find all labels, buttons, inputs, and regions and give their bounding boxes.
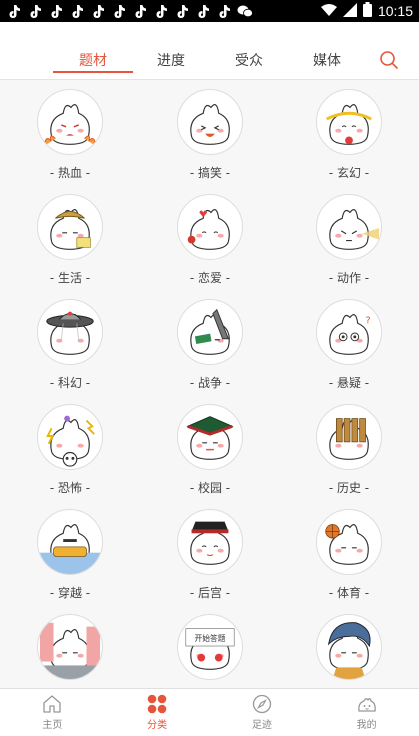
category-item[interactable]: - 战争 - xyxy=(140,290,280,395)
tab-label: 进度 xyxy=(157,53,185,69)
category-label: - 生活 - xyxy=(49,271,91,285)
hot-blood-bun-icon xyxy=(37,89,103,155)
anime-bun-icon xyxy=(316,614,382,680)
category-label: - 搞笑 - xyxy=(189,166,231,180)
svg-text:开始答题: 开始答题 xyxy=(194,633,225,643)
status-right: 10:15 xyxy=(320,1,413,21)
city-bun-icon xyxy=(37,614,103,680)
category-item[interactable]: - 恋爱 - xyxy=(140,185,280,290)
category-item[interactable]: - 科幻 - xyxy=(0,290,140,395)
nav-profile[interactable]: 我的 xyxy=(314,689,419,736)
profile-bun-icon xyxy=(357,698,376,712)
category-item[interactable]: 开始答题 xyxy=(140,605,280,688)
tiktok-icon xyxy=(90,3,106,19)
search-button[interactable] xyxy=(377,48,401,72)
category-item[interactable]: - 动作 - xyxy=(279,185,419,290)
category-grid: - 热血 - - 搞笑 - - 玄幻 - - 生活 - - 恋爱 - - 动作 … xyxy=(0,80,419,688)
tiktok-icon xyxy=(111,3,127,19)
battery-icon xyxy=(362,1,372,21)
category-label: - 历史 - xyxy=(328,481,370,495)
active-tab-indicator xyxy=(53,71,133,73)
notification-icons xyxy=(6,3,253,19)
clock: 10:15 xyxy=(377,3,413,19)
tiktok-icon xyxy=(174,3,190,19)
tab-audience[interactable]: 受众 xyxy=(209,40,289,80)
category-item[interactable]: - 玄幻 - xyxy=(279,80,419,185)
category-item[interactable]: - 体育 - xyxy=(279,500,419,605)
category-label: - 战争 - xyxy=(189,376,231,390)
tab-label: 媒体 xyxy=(313,53,341,69)
svg-text:?: ? xyxy=(365,315,370,326)
category-label: - 恐怖 - xyxy=(49,481,91,495)
tiktok-icon xyxy=(132,3,148,19)
nav-label: 主页 xyxy=(42,720,63,731)
compass-icon xyxy=(252,694,272,714)
category-item[interactable]: - 历史 - xyxy=(279,395,419,500)
tiktok-icon xyxy=(216,3,232,19)
category-label: - 校园 - xyxy=(189,481,231,495)
tab-subject[interactable]: 题材 xyxy=(53,40,133,80)
category-label: - 悬疑 - xyxy=(328,376,370,390)
tiktok-icon xyxy=(153,3,169,19)
status-bar: 10:15 xyxy=(0,0,419,22)
horror-bun-icon xyxy=(37,404,103,470)
tiktok-icon xyxy=(195,3,211,19)
category-item[interactable]: - 热血 - xyxy=(0,80,140,185)
romance-bun-icon xyxy=(177,194,243,260)
category-label: - 玄幻 - xyxy=(328,166,370,180)
tab-progress[interactable]: 进度 xyxy=(131,40,211,80)
category-item[interactable]: - 穿越 - xyxy=(0,500,140,605)
tiktok-icon xyxy=(6,3,22,19)
war-bun-icon xyxy=(177,299,243,365)
category-item[interactable]: - 后宫 - xyxy=(140,500,280,605)
sign-bun-icon: 开始答题 xyxy=(177,614,243,680)
category-label: - 恋爱 - xyxy=(189,271,231,285)
category-label: - 体育 - xyxy=(328,586,370,600)
funny-bun-icon xyxy=(177,89,243,155)
fantasy-bun-icon xyxy=(316,89,382,155)
home-icon xyxy=(43,695,62,713)
nav-home[interactable]: 主页 xyxy=(0,689,105,736)
category-item[interactable]: - 恐怖 - xyxy=(0,395,140,500)
category-item[interactable] xyxy=(0,605,140,688)
time-travel-bun-icon xyxy=(37,509,103,575)
campus-bun-icon xyxy=(177,404,243,470)
life-bun-icon xyxy=(37,194,103,260)
category-item[interactable]: - 搞笑 - xyxy=(140,80,280,185)
top-band xyxy=(0,22,419,40)
nav-category[interactable]: 分类 xyxy=(105,689,210,736)
category-label: - 动作 - xyxy=(328,271,370,285)
wifi-icon xyxy=(320,2,337,21)
category-label: - 科幻 - xyxy=(49,376,91,390)
category-item[interactable]: ? - 悬疑 - xyxy=(279,290,419,395)
mystery-bun-icon: ? xyxy=(316,299,382,365)
search-icon xyxy=(380,51,398,69)
nav-footprint[interactable]: 足迹 xyxy=(210,689,315,736)
tiktok-icon xyxy=(48,3,64,19)
tiktok-icon xyxy=(27,3,43,19)
scifi-bun-icon xyxy=(37,299,103,365)
category-tab-bar: 题材 进度 受众 媒体 xyxy=(0,40,419,80)
category-label: - 穿越 - xyxy=(49,586,91,600)
category-icon xyxy=(147,694,167,714)
nav-label: 分类 xyxy=(147,720,168,731)
category-item[interactable]: - 生活 - xyxy=(0,185,140,290)
harem-bun-icon xyxy=(177,509,243,575)
category-item[interactable] xyxy=(279,605,419,688)
category-label: - 热血 - xyxy=(49,166,91,180)
nav-label: 我的 xyxy=(356,720,377,731)
signal-icon xyxy=(342,2,357,21)
history-bun-icon xyxy=(316,404,382,470)
category-item[interactable]: - 校园 - xyxy=(140,395,280,500)
action-bun-icon xyxy=(316,194,382,260)
category-label: - 后宫 - xyxy=(189,586,231,600)
tab-label: 题材 xyxy=(79,53,107,69)
bottom-nav: 主页 分类 足迹 我的 xyxy=(0,688,419,736)
tab-media[interactable]: 媒体 xyxy=(287,40,367,80)
tiktok-icon xyxy=(69,3,85,19)
sports-bun-icon xyxy=(316,509,382,575)
wechat-icon xyxy=(237,3,253,19)
tab-label: 受众 xyxy=(235,53,263,69)
nav-label: 足迹 xyxy=(251,720,272,731)
